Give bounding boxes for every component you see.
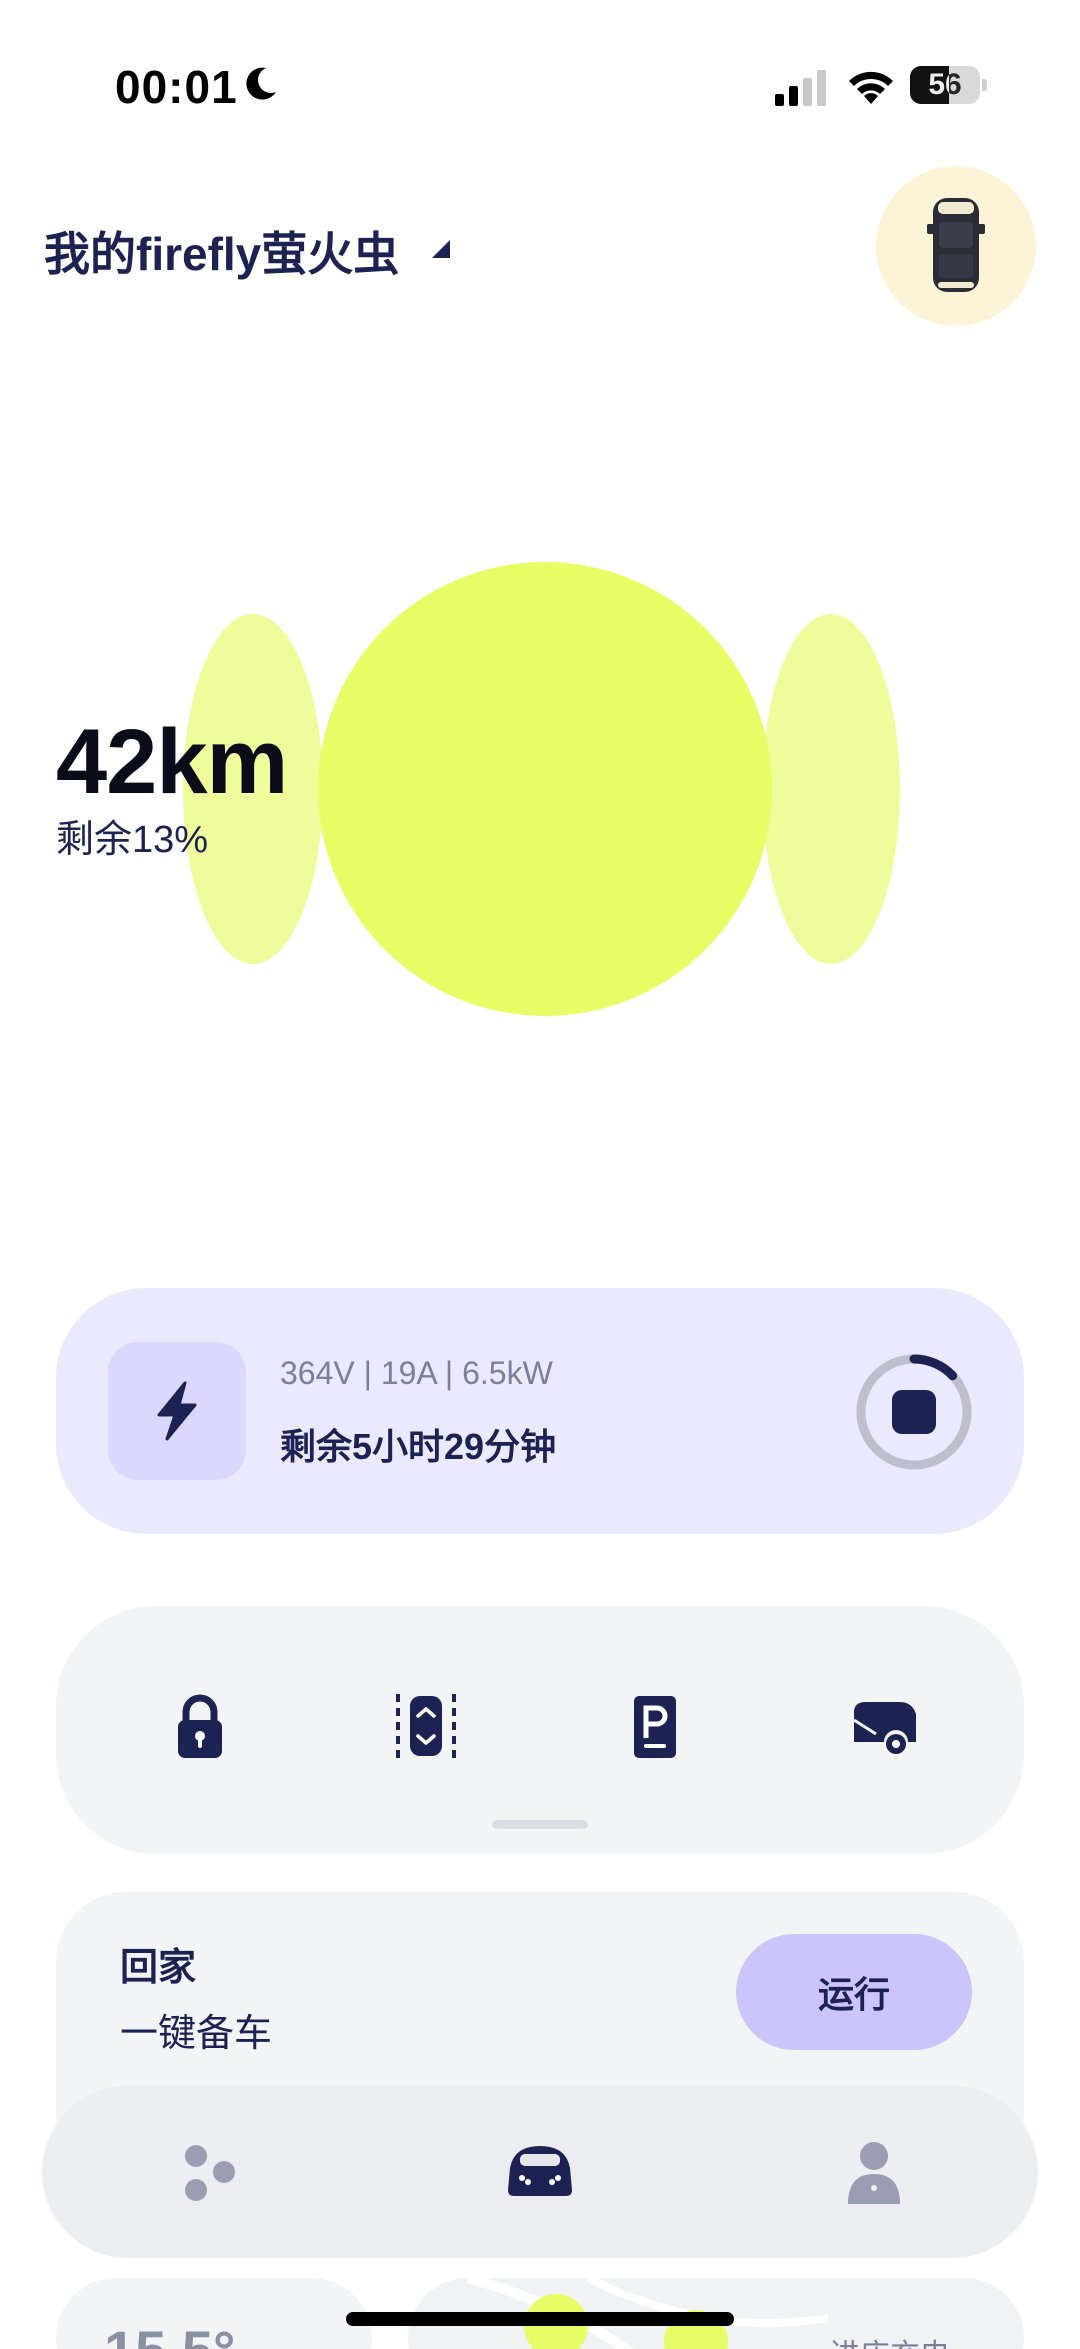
routine-subtitle: 一键备车 [120,2013,273,2055]
car-position-icon[interactable] [394,1690,458,1762]
battery-level: 56 [928,68,962,101]
charging-icon-box [108,1342,246,1480]
tab-car-front-icon[interactable] [500,2138,580,2208]
stop-icon [892,1390,936,1434]
status-time: 00:01 [115,61,238,113]
range-distance: 42km [56,711,288,813]
expand-handle[interactable] [492,1820,588,1829]
stop-charging-button[interactable] [854,1352,974,1472]
wifi-icon [849,71,893,104]
signal-icon [775,70,826,106]
caret-down-icon[interactable] [428,236,452,260]
car-top-view-icon [927,198,985,292]
tab-person-icon[interactable] [834,2138,914,2208]
battery-remaining: 剩余13% [56,819,209,861]
tab-discover-dots-icon[interactable] [172,2138,252,2208]
map-label: 进店充电 [830,2330,950,2349]
battery-icon: 56 [910,66,987,106]
weather-temperature: 15.5° [104,2318,235,2349]
vehicle-avatar[interactable] [876,166,1036,326]
lock-icon[interactable] [168,1690,232,1762]
moon-icon [246,67,276,100]
range-glow-right [762,614,900,964]
run-routine-button[interactable]: 运行 [736,1934,972,2050]
trunk-icon[interactable] [850,1690,922,1762]
routine-title: 回家 [120,1947,197,1989]
charging-time-remaining: 剩余5小时29分钟 [280,1426,557,1467]
charging-stats: 364V | 19A | 6.5kW [280,1355,553,1391]
lightning-icon [157,1381,197,1441]
home-indicator [346,2312,734,2326]
range-orb [318,562,772,1016]
parking-icon[interactable] [622,1690,686,1762]
car-selector[interactable]: 我的firefly萤火虫 [44,218,399,284]
